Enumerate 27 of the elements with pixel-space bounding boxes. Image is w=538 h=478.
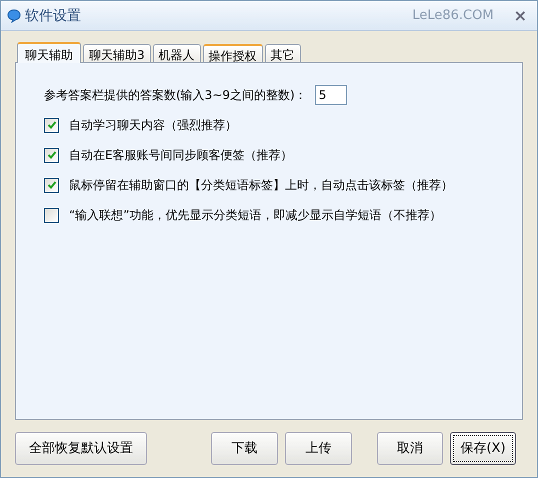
- checkbox[interactable]: [44, 118, 59, 132]
- field-label: 参考答案栏提供的答案数(输入3~9之间的整数)：: [44, 86, 307, 104]
- tab[interactable]: 其它: [264, 44, 301, 62]
- window-title: 软件设置: [25, 6, 82, 24]
- checkbox[interactable]: [44, 148, 59, 162]
- checkmark-icon: [46, 180, 56, 190]
- tab[interactable]: 聊天辅助: [17, 42, 81, 63]
- button[interactable]: 取消: [377, 432, 443, 464]
- option-label: 自动在E客服账号间同步顾客便签（推荐）: [69, 146, 293, 164]
- button[interactable]: 保存(X): [450, 432, 516, 464]
- tab[interactable]: 聊天辅助3: [83, 44, 151, 62]
- checkbox[interactable]: [44, 178, 59, 192]
- checkbox[interactable]: [44, 208, 59, 222]
- input-field[interactable]: 5: [314, 85, 347, 105]
- button[interactable]: 全部恢复默认设置: [15, 432, 147, 464]
- tab[interactable]: 操作授权: [202, 44, 263, 62]
- close-button[interactable]: ×: [512, 6, 529, 25]
- checkmark-icon: [46, 150, 56, 160]
- tab[interactable]: 机器人: [152, 44, 201, 62]
- checkmark-icon: [46, 120, 56, 130]
- button[interactable]: 下载: [211, 432, 278, 464]
- option-label: 鼠标停留在辅助窗口的【分类短语标签】上时，自动点击该标签（推荐）: [69, 176, 453, 194]
- chat-bubble-icon: [7, 8, 21, 22]
- brand-text: LeLe86.COM: [412, 8, 494, 23]
- option-label: 自动学习聊天内容（强烈推荐）: [69, 116, 237, 134]
- button[interactable]: 上传: [285, 432, 352, 464]
- option-label: “输入联想”功能，优先显示分类短语，即减少显示自学短语（不推荐）: [69, 206, 442, 224]
